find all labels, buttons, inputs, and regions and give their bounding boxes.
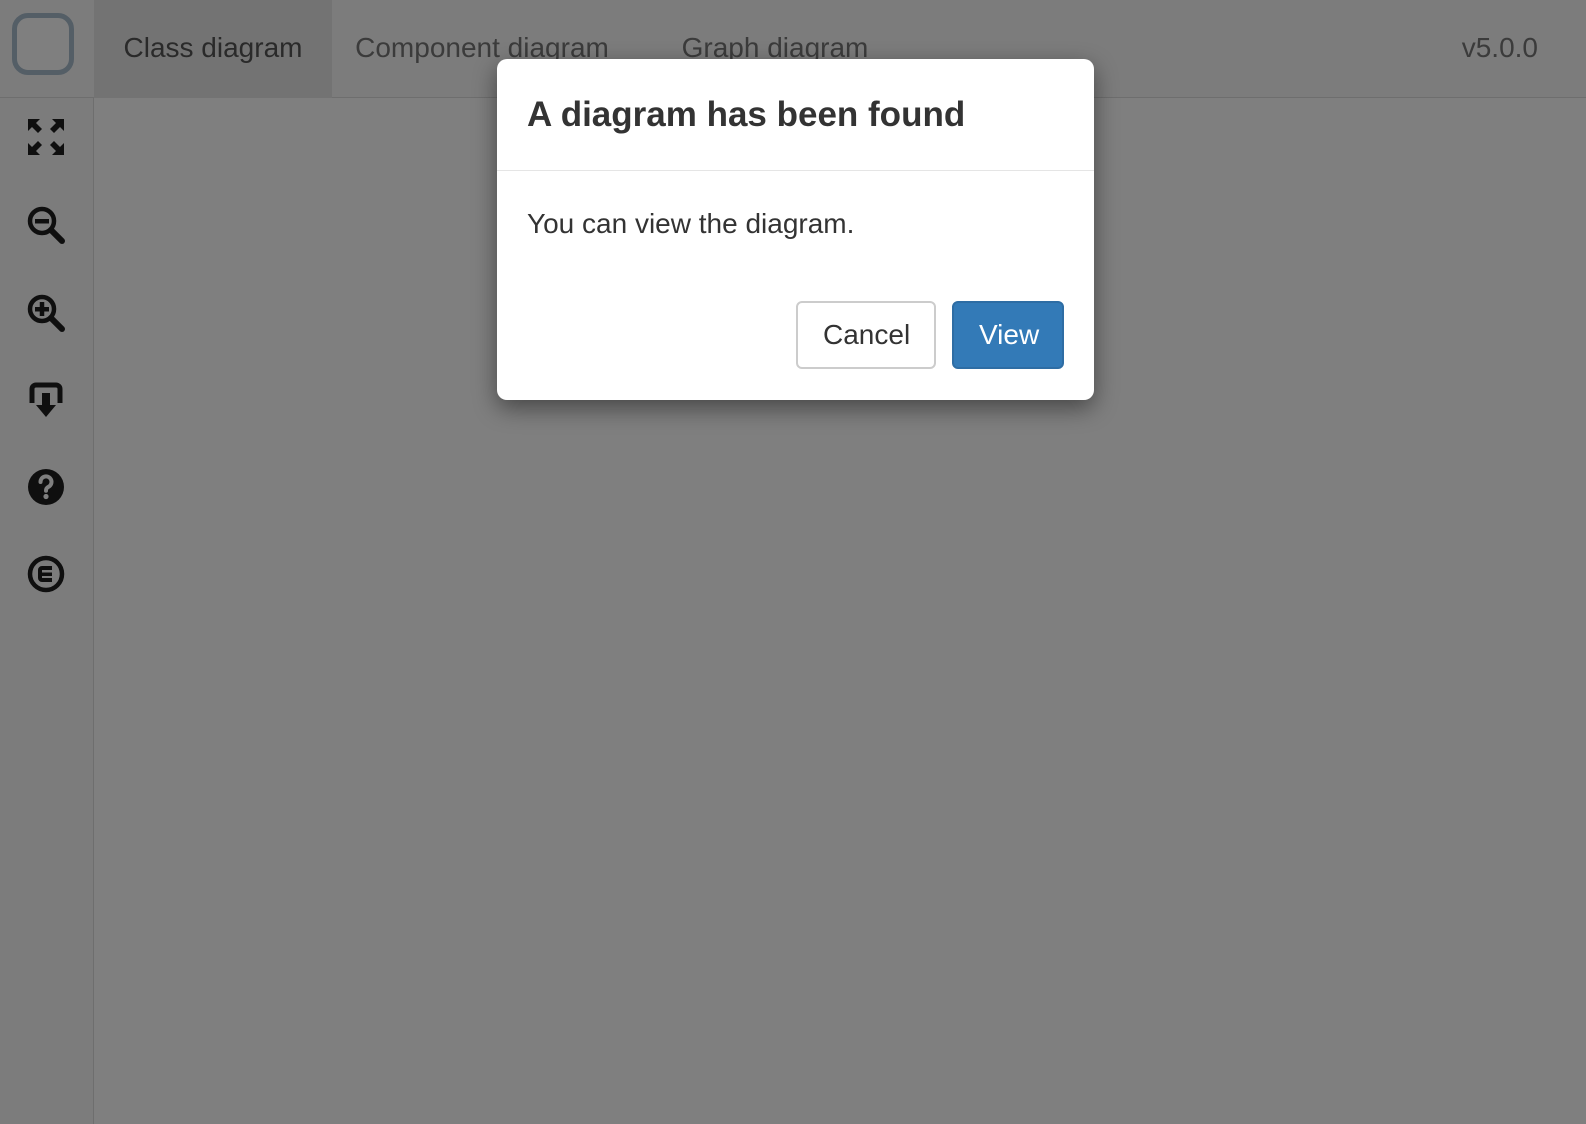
dialog-body: You can view the diagram. [497,171,1094,297]
dialog-message: You can view the diagram. [527,208,855,239]
dialog-footer: Cancel View [796,301,1064,369]
view-button[interactable]: View [952,301,1064,369]
app-root: Class diagram Component diagram Graph di… [0,0,1586,1124]
dialog-header: A diagram has been found [497,59,1094,171]
dialog-title: A diagram has been found [527,95,966,134]
diagram-found-dialog: A diagram has been found You can view th… [497,59,1094,400]
cancel-button[interactable]: Cancel [796,301,936,369]
